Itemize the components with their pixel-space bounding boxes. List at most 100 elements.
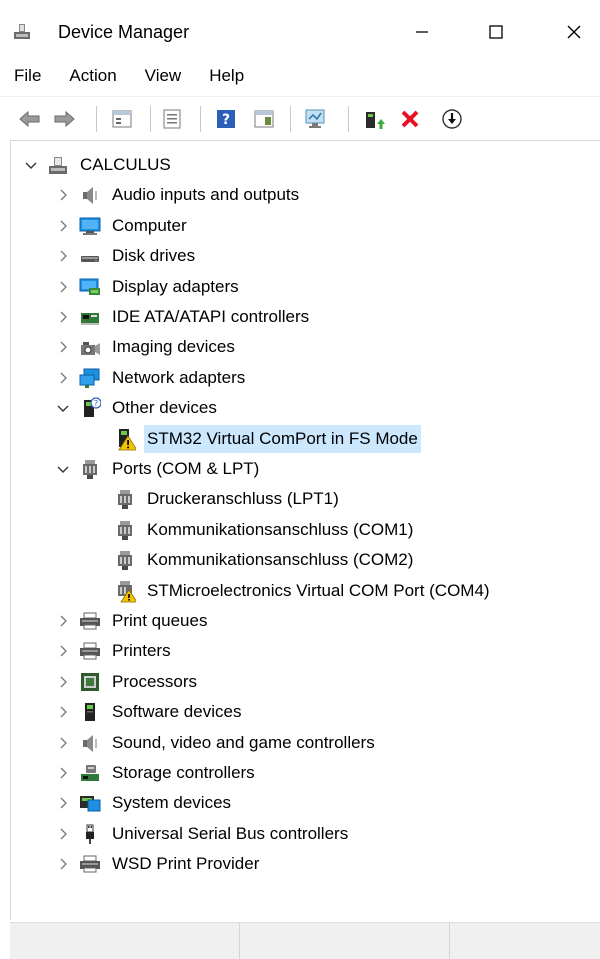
properties-icon[interactable] — [110, 107, 134, 131]
camera-icon — [79, 336, 101, 358]
tree-category[interactable]: Disk drives — [55, 242, 198, 270]
scan-hardware-icon[interactable] — [304, 107, 328, 131]
chevron-right-icon[interactable] — [55, 643, 71, 659]
tree-item-label: Imaging devices — [112, 337, 235, 357]
tree-item-label: Storage controllers — [112, 763, 255, 782]
tree-category[interactable]: Storage controllers — [55, 759, 258, 787]
chevron-right-icon[interactable] — [55, 187, 71, 203]
help-icon[interactable]: ? — [214, 107, 238, 131]
tree-category[interactable]: System devices — [55, 789, 234, 817]
tree-item-label: Sound, video and game controllers — [112, 732, 375, 752]
tree-category[interactable]: Processors — [55, 668, 200, 696]
usb-icon — [79, 823, 101, 845]
maximize-button[interactable] — [474, 14, 518, 50]
chevron-right-icon[interactable] — [55, 613, 71, 629]
menu-action[interactable]: Action — [55, 64, 130, 88]
chevron-right-icon[interactable] — [55, 856, 71, 872]
chevron-right-icon[interactable] — [55, 826, 71, 842]
system-devices-icon — [79, 792, 101, 814]
device-tree-pane: CALCULUS Audio inputs and outputs Computer… — [10, 140, 600, 920]
tree-item-label: Network adapters — [112, 367, 246, 387]
tree-device[interactable]: STMicroelectronics Virtual COM Port (COM… — [114, 577, 493, 605]
forward-icon[interactable] — [52, 107, 76, 131]
enable-device-icon[interactable] — [440, 107, 464, 131]
tree-device[interactable]: STM32 Virtual ComPort in FS Mode — [114, 424, 421, 453]
tree-device[interactable]: Kommunikationsanschluss (COM1) — [114, 516, 416, 544]
svg-text:?: ? — [94, 399, 98, 408]
menu-help[interactable]: Help — [195, 64, 258, 88]
tree-category[interactable]: WSD Print Provider — [55, 850, 262, 878]
tree-device[interactable]: Kommunikationsanschluss (COM2) — [114, 546, 416, 574]
tree-item-label: Disk drives — [112, 246, 196, 266]
port-icon — [79, 458, 101, 480]
toolbar-separator — [348, 106, 349, 132]
action-view-icon[interactable] — [252, 107, 276, 131]
show-hidden-icon[interactable] — [160, 107, 184, 131]
tree-item-label: Kommunikationsanschluss (COM1) — [147, 519, 414, 539]
ide-controller-icon — [79, 306, 101, 328]
window-title: Device Manager — [58, 22, 190, 42]
chevron-right-icon[interactable] — [55, 218, 71, 234]
tree-item-label: WSD Print Provider — [112, 854, 260, 874]
chevron-right-icon[interactable] — [55, 339, 71, 355]
computer-root-icon — [47, 154, 69, 176]
processor-icon — [79, 671, 101, 693]
close-button[interactable] — [552, 14, 596, 50]
chevron-down-icon[interactable] — [55, 461, 71, 477]
title-bar: Device Manager — [0, 0, 600, 64]
tree-category[interactable]: Print queues — [55, 607, 210, 635]
chevron-right-icon[interactable] — [55, 279, 71, 295]
display-adapter-icon — [79, 276, 101, 298]
chevron-right-icon[interactable] — [55, 765, 71, 781]
chevron-right-icon[interactable] — [55, 795, 71, 811]
menu-view[interactable]: View — [131, 64, 196, 88]
update-driver-icon[interactable] — [362, 107, 386, 131]
tree-item-label: STM32 Virtual ComPort in FS Mode — [144, 424, 421, 453]
port-icon — [114, 549, 136, 571]
tree-category[interactable]: Universal Serial Bus controllers — [55, 820, 351, 848]
tree-item-label: Universal Serial Bus controllers — [112, 823, 349, 843]
speaker-icon — [79, 732, 101, 754]
toolbar-separator — [96, 106, 97, 132]
tree-item-label: Processors — [112, 671, 198, 691]
chevron-right-icon[interactable] — [55, 370, 71, 386]
chevron-right-icon[interactable] — [55, 704, 71, 720]
chevron-down-icon[interactable] — [23, 157, 39, 173]
chevron-right-icon[interactable] — [55, 309, 71, 325]
tree-category[interactable]: Printers — [55, 637, 174, 665]
chevron-right-icon[interactable] — [55, 248, 71, 264]
tree-category[interactable]: Network adapters — [55, 364, 248, 392]
speaker-icon — [79, 184, 101, 206]
chevron-down-icon[interactable] — [55, 400, 71, 416]
tree-device[interactable]: Druckeranschluss (LPT1) — [114, 485, 342, 513]
tree-category[interactable]: Software devices — [55, 698, 244, 726]
status-cell — [10, 923, 240, 959]
printer-icon — [79, 853, 101, 875]
device-manager-icon — [12, 22, 32, 42]
tree-category[interactable]: IDE ATA/ATAPI controllers — [55, 303, 312, 331]
tree-item-label: Software devices — [112, 702, 242, 722]
tree-category[interactable]: Sound, video and game controllers — [55, 729, 378, 757]
tree-category[interactable]: Computer — [55, 212, 190, 240]
status-cell — [240, 923, 450, 959]
chevron-right-icon[interactable] — [55, 674, 71, 690]
tree-category[interactable]: Display adapters — [55, 273, 242, 301]
port-icon — [114, 519, 136, 541]
menu-file[interactable]: File — [0, 64, 55, 88]
tree-root-computer[interactable]: CALCULUS — [23, 151, 174, 179]
back-icon[interactable] — [18, 107, 42, 131]
storage-controller-icon — [79, 762, 101, 784]
printer-icon — [79, 610, 101, 632]
port-warning-icon — [114, 580, 136, 602]
tree-category-expanded[interactable]: Ports (COM & LPT) — [55, 455, 262, 483]
uninstall-icon[interactable] — [398, 107, 422, 131]
tree-item-label: Print queues — [112, 611, 208, 630]
tree-item-label: Audio inputs and outputs — [112, 185, 300, 205]
tree-category[interactable]: Imaging devices — [55, 333, 238, 361]
chevron-right-icon[interactable] — [55, 735, 71, 751]
network-icon — [79, 367, 101, 389]
tree-category[interactable]: Audio inputs and outputs — [55, 181, 302, 209]
toolbar-separator — [200, 106, 201, 132]
minimize-button[interactable] — [400, 14, 444, 50]
tree-category-expanded[interactable]: ? Other devices — [55, 394, 220, 422]
